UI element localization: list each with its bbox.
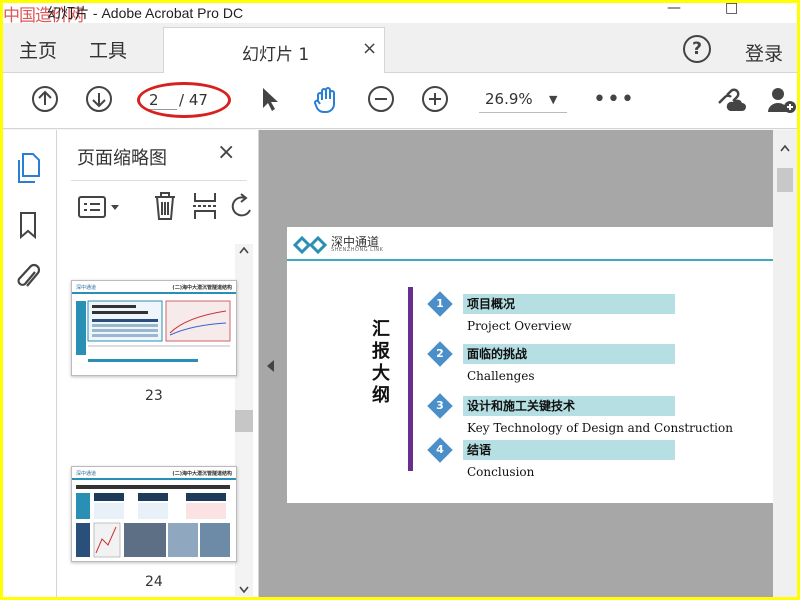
item-title-cn: 设计和施工关键技术 xyxy=(467,399,576,413)
header-rule xyxy=(287,259,773,261)
item-title-cn: 面临的挑战 xyxy=(467,347,528,361)
thumbnail-logo: 深中通道 xyxy=(76,471,97,477)
title-accent-bar xyxy=(408,287,413,471)
slide-page: 深中通道 SHENZHONG LINK 汇报大纲 1 项目概况 Project … xyxy=(287,227,773,503)
panel-title: 页面缩略图 xyxy=(77,148,167,169)
document-tab-label: 幻灯片 1 xyxy=(242,45,310,65)
item-number: 4 xyxy=(436,443,444,456)
select-pointer-icon[interactable] xyxy=(259,85,281,113)
next-page-icon[interactable] xyxy=(85,85,113,113)
thumbnail-header: (二)海中大潜沉管隧道结构 xyxy=(172,285,232,291)
item-number: 3 xyxy=(436,399,444,412)
maximize-button[interactable]: □ xyxy=(725,3,738,16)
more-tools-icon[interactable]: ••• xyxy=(593,87,635,112)
tab-bar: 主页 工具 幻灯片 1 × ? 登录 xyxy=(3,23,797,73)
page-thumbnails-icon[interactable] xyxy=(15,152,43,184)
item-title-en: Project Overview xyxy=(467,319,572,333)
close-panel-icon[interactable]: × xyxy=(217,140,235,165)
trash-icon[interactable] xyxy=(151,190,179,222)
zoom-select[interactable]: 26.9% ▼ xyxy=(479,87,567,113)
zoom-out-icon[interactable] xyxy=(367,85,395,113)
tab-document[interactable]: 幻灯片 1 × xyxy=(163,27,385,73)
rotate-icon[interactable] xyxy=(231,192,253,222)
tab-home[interactable]: 主页 xyxy=(19,36,57,63)
extract-pages-icon[interactable] xyxy=(191,190,219,222)
document-scrollbar[interactable] xyxy=(773,130,797,597)
brand-name-en: SHENZHONG LINK xyxy=(331,247,384,253)
item-title-en: Key Technology of Design and Constructio… xyxy=(467,421,733,435)
thumbnail-header: (二)海中大潜沉管隧道结构 xyxy=(172,471,232,477)
document-viewport[interactable]: 深中通道 SHENZHONG LINK 汇报大纲 1 项目概况 Project … xyxy=(259,130,797,597)
outline-item-3: 3 设计和施工关键技术 Key Technology of Design and… xyxy=(427,393,767,443)
attachment-icon[interactable] xyxy=(15,262,43,294)
previous-page-icon[interactable] xyxy=(31,85,59,113)
item-title-cn: 项目概况 xyxy=(467,297,516,311)
slide-title: 汇报大纲 xyxy=(372,319,390,406)
divider xyxy=(71,180,247,181)
document-scroll-thumb[interactable] xyxy=(777,168,793,192)
login-button[interactable]: 登录 xyxy=(745,39,783,66)
outline-item-1: 1 项目概况 Project Overview xyxy=(427,291,767,341)
item-title-cn: 结语 xyxy=(467,443,492,457)
thumbnail-rule xyxy=(72,292,236,294)
thumbnail-content-image xyxy=(76,485,230,558)
page-navigator: / 47 xyxy=(137,82,231,118)
scroll-down-icon[interactable] xyxy=(239,586,249,594)
thumbnail-panel: 页面缩略图 × 深中通道 (二)海中大潜沉管隧道结构 23 深中通道 (二)海中… xyxy=(57,130,259,597)
thumbnail-scroll-thumb[interactable] xyxy=(235,410,253,432)
thumbnail-rule xyxy=(72,478,236,480)
share-link-icon[interactable] xyxy=(713,85,747,115)
close-tab-icon[interactable]: × xyxy=(362,38,377,59)
shenzhong-link-logo-icon xyxy=(293,235,328,255)
thumbnail-page-24[interactable]: 深中通道 (二)海中大潜沉管隧道结构 xyxy=(71,466,237,562)
item-band xyxy=(463,440,675,460)
bookmark-icon[interactable] xyxy=(15,210,41,240)
window-title: 幻灯片 - Adobe Acrobat Pro DC xyxy=(47,5,244,21)
scroll-up-icon[interactable] xyxy=(239,246,249,254)
add-user-icon[interactable] xyxy=(767,85,797,115)
minimize-button[interactable]: — xyxy=(667,3,681,16)
collapse-panel-icon[interactable] xyxy=(267,360,274,372)
hand-tool-icon[interactable] xyxy=(312,85,340,115)
app-window: 中国造价网 幻灯片 - Adobe Acrobat Pro DC — □ 主页 … xyxy=(3,3,797,597)
scroll-up-icon[interactable] xyxy=(780,144,790,152)
chevron-down-icon: ▼ xyxy=(549,93,558,106)
thumbnail-page-number: 24 xyxy=(145,574,163,590)
zoom-value: 26.9% xyxy=(485,90,533,108)
help-button[interactable]: ? xyxy=(683,35,711,63)
zoom-in-icon[interactable] xyxy=(421,85,449,113)
navigation-rail xyxy=(3,130,57,597)
thumbnail-page-23[interactable]: 深中通道 (二)海中大潜沉管隧道结构 xyxy=(71,280,237,376)
thumbnail-page-number: 23 xyxy=(145,388,163,404)
thumbnail-content-image xyxy=(76,300,231,362)
item-title-en: Conclusion xyxy=(467,465,535,479)
outline-item-2: 2 面临的挑战 Challenges xyxy=(427,341,767,391)
item-title-en: Challenges xyxy=(467,369,535,383)
toolbar: / 47 26.9% ▼ ••• xyxy=(3,73,797,129)
tab-tools[interactable]: 工具 xyxy=(89,36,127,63)
thumbnail-options-icon[interactable] xyxy=(77,194,121,220)
annotation-oval xyxy=(137,82,231,118)
title-bar: 中国造价网 幻灯片 - Adobe Acrobat Pro DC — □ xyxy=(3,3,797,26)
item-number: 2 xyxy=(436,347,444,360)
outline-item-4: 4 结语 Conclusion xyxy=(427,437,767,487)
item-number: 1 xyxy=(436,297,444,310)
thumbnail-logo: 深中通道 xyxy=(76,285,97,291)
